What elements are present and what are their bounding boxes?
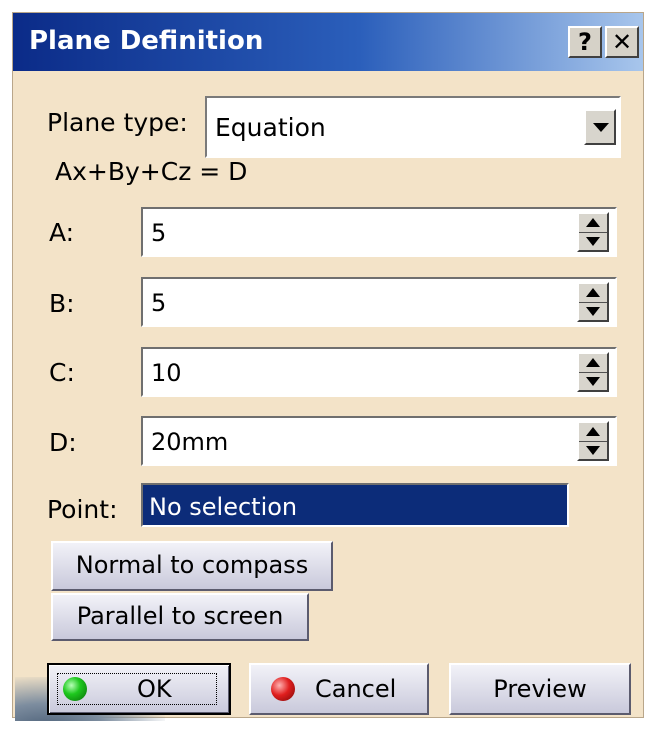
b-increment-button[interactable] [579, 284, 607, 303]
arrow-down-icon [586, 237, 600, 246]
d-spinner[interactable] [577, 421, 609, 461]
b-value: 5 [151, 289, 167, 317]
plane-type-select[interactable]: Equation [205, 96, 621, 158]
cancel-label: Cancel [315, 675, 397, 703]
c-value: 10 [151, 359, 182, 387]
preview-button[interactable]: Preview [449, 663, 631, 715]
ok-button[interactable]: OK [47, 663, 231, 715]
a-spinner[interactable] [577, 212, 609, 252]
a-input[interactable]: 5 [141, 207, 617, 257]
arrow-down-icon [586, 446, 600, 455]
equation-label: Ax+By+Cz = D [55, 157, 248, 186]
a-decrement-button[interactable] [579, 233, 607, 250]
arrow-up-icon [586, 218, 600, 227]
c-spinner[interactable] [577, 352, 609, 392]
parallel-to-screen-button[interactable]: Parallel to screen [51, 593, 309, 641]
c-decrement-button[interactable] [579, 373, 607, 390]
help-button[interactable]: ? [568, 26, 602, 58]
cancel-button[interactable]: Cancel [249, 663, 429, 715]
b-input[interactable]: 5 [141, 277, 617, 327]
point-label: Point: [47, 495, 118, 524]
c-label: C: [49, 358, 75, 387]
d-increment-button[interactable] [579, 423, 607, 442]
point-selection-field[interactable]: No selection [141, 483, 569, 527]
b-decrement-button[interactable] [579, 303, 607, 320]
c-input[interactable]: 10 [141, 347, 617, 397]
close-button[interactable]: ✕ [605, 26, 639, 58]
title-bar[interactable]: Plane Definition ? ✕ [13, 13, 643, 71]
a-value: 5 [151, 219, 167, 247]
dialog-title: Plane Definition [29, 26, 264, 56]
d-label: D: [49, 428, 77, 457]
arrow-up-icon [586, 358, 600, 367]
arrow-up-icon [586, 288, 600, 297]
arrow-down-icon [586, 377, 600, 386]
normal-to-compass-button[interactable]: Normal to compass [51, 541, 333, 591]
help-icon: ? [578, 28, 592, 56]
ok-label: OK [137, 675, 172, 703]
plane-type-dropdown-button[interactable] [584, 109, 616, 145]
a-label: A: [49, 218, 75, 247]
red-led-icon [271, 677, 295, 701]
d-decrement-button[interactable] [579, 442, 607, 459]
b-spinner[interactable] [577, 282, 609, 322]
plane-type-value: Equation [215, 113, 326, 142]
c-increment-button[interactable] [579, 354, 607, 373]
plane-type-label: Plane type: [47, 108, 188, 137]
d-value: 20mm [151, 428, 229, 456]
close-icon: ✕ [611, 28, 633, 56]
chevron-down-icon [593, 123, 609, 132]
b-label: B: [49, 289, 75, 318]
point-value: No selection [149, 493, 298, 521]
d-input[interactable]: 20mm [141, 416, 617, 466]
plane-definition-dialog: Plane Definition ? ✕ Plane type: Equatio… [12, 12, 644, 721]
a-increment-button[interactable] [579, 214, 607, 233]
arrow-down-icon [586, 307, 600, 316]
green-led-icon [63, 677, 87, 701]
arrow-up-icon [586, 427, 600, 436]
